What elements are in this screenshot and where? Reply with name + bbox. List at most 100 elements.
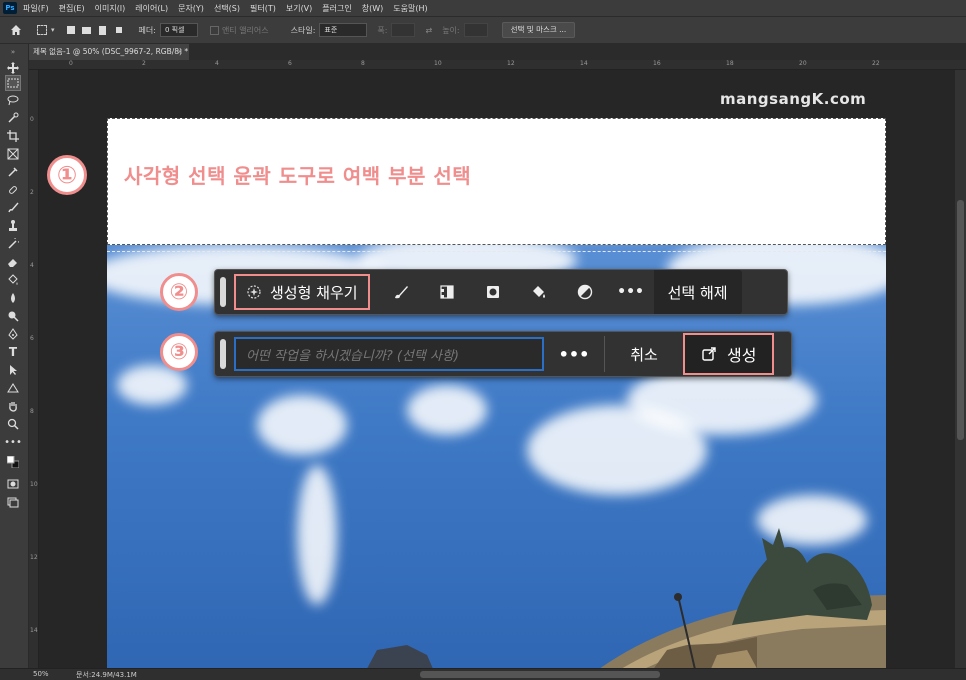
menu-window[interactable]: 창(W) [362,3,384,14]
height-label: 높이: [442,25,460,35]
menu-file[interactable]: 파일(F) [23,3,49,14]
ruler-tick: 16 [653,60,661,67]
zoom-tool-icon[interactable] [5,416,21,432]
menu-type[interactable]: 문자(Y) [178,3,204,14]
menu-filter[interactable]: 필터(T) [250,3,276,14]
drag-handle[interactable] [220,339,226,369]
scroll-thumb[interactable] [957,200,964,440]
shape-tool-icon[interactable] [5,380,21,396]
gradient-tool-icon[interactable] [5,272,21,288]
menu-layer[interactable]: 레이어(L) [135,3,168,14]
healing-brush-icon[interactable] [5,182,21,198]
contextual-task-bar: 생성형 채우기 ••• 선택 해제 [214,269,788,315]
document-size: 문서:24.9M/43.1M [76,671,137,679]
generative-fill-button[interactable]: 생성형 채우기 [234,274,370,310]
document-tab-bar: 제목 없음-1 @ 50% (DSC_9967-2, RGB/8) * × [29,44,966,60]
cancel-button[interactable]: 취소 [605,336,683,372]
brush-tool-icon[interactable] [5,200,21,216]
pen-tool-icon[interactable] [5,326,21,342]
menu-help[interactable]: 도움말(H) [393,3,427,14]
swap-icon[interactable]: ⇄ [425,26,432,35]
eraser-tool-icon[interactable] [5,254,21,270]
blur-tool-icon[interactable] [5,290,21,306]
prompt-input[interactable]: 어떤 작업을 하시겠습니까? (선택 사항) [234,337,544,371]
paint-bucket-icon[interactable] [516,274,562,310]
rectangular-marquee-icon[interactable] [5,75,21,91]
screen-mode-icon[interactable] [5,494,21,510]
zoom-level[interactable]: 50% [33,670,49,678]
eyedropper-icon[interactable] [5,164,21,180]
drag-handle[interactable] [220,277,226,307]
height-input[interactable] [463,23,488,37]
select-and-mask-button[interactable]: 선택 및 마스크 ... [501,22,576,38]
document-tab[interactable]: 제목 없음-1 @ 50% (DSC_9967-2, RGB/8) * × [29,44,189,60]
marquee-preset-icon[interactable] [37,25,47,35]
chevron-down-icon[interactable]: ▾ [51,26,55,34]
close-icon[interactable]: × [177,44,183,60]
generate-label: 생성 [727,346,757,365]
menu-view[interactable]: 보기(V) [286,3,312,14]
menu-select[interactable]: 선택(S) [214,3,240,14]
ruler-tick: 0 [30,116,34,123]
photoshop-logo: Ps [3,2,17,14]
horizontal-ruler: 0 2 4 6 8 10 12 14 16 18 20 22 [29,60,966,70]
new-selection-icon[interactable] [65,24,77,36]
antialias-checkbox[interactable] [209,25,219,35]
crop-tool-icon[interactable] [5,128,21,144]
vertical-scrollbar[interactable] [955,70,966,668]
style-label: 스타일: [290,25,316,35]
path-selection-icon[interactable] [5,362,21,378]
ruler-tick: 6 [288,60,292,67]
dodge-tool-icon[interactable] [5,308,21,324]
ruler-tick: 4 [30,262,34,269]
step-2-badge: ② [160,273,198,311]
width-input[interactable] [391,23,416,37]
type-tool-icon[interactable]: T [5,344,21,360]
intersect-selection-icon[interactable] [113,24,125,36]
feather-input[interactable]: 0 픽셀 [159,23,198,37]
ruler-tick: 2 [30,189,34,196]
clone-stamp-icon[interactable] [5,218,21,234]
deselect-button[interactable]: 선택 해제 [653,270,742,314]
mask-fill-icon[interactable] [470,274,516,310]
ruler-tick: 12 [30,554,38,561]
lasso-tool-icon[interactable] [5,92,21,108]
generate-icon [702,347,716,361]
vertical-ruler: 0 2 4 6 8 10 12 14 [29,70,39,668]
style-select[interactable]: 표준 [319,23,368,37]
document-canvas[interactable] [107,118,886,668]
menu-edit[interactable]: 편집(E) [59,3,85,14]
ruler-tick: 20 [799,60,807,67]
history-brush-icon[interactable] [5,236,21,252]
ruler-tick: 2 [142,60,146,67]
generative-fill-label: 생성형 채우기 [270,283,358,302]
options-bar: ▾ 페더: 0 픽셀 앤티 앨리어스 스타일: 표준 폭: ⇄ 높이: 선택 및… [0,16,966,44]
ruler-tick: 14 [580,60,588,67]
quick-mask-icon[interactable] [5,476,21,492]
hand-tool-icon[interactable] [5,398,21,414]
menu-plugins[interactable]: 플러그인 [322,3,351,14]
object-selection-icon[interactable] [5,110,21,126]
more-tools-icon[interactable]: ••• [4,434,22,450]
brush-icon[interactable] [378,274,424,310]
ruler-tick: 18 [726,60,734,67]
ruler-tick: 14 [30,627,38,634]
menu-image[interactable]: 이미지(I) [95,3,126,14]
horizontal-scrollbar[interactable] [420,671,660,678]
contrast-icon[interactable] [562,274,608,310]
subtract-selection-icon[interactable] [97,24,109,36]
color-swatches-icon[interactable] [5,454,21,470]
menu-bar: Ps 파일(F) 편집(E) 이미지(I) 레이어(L) 문자(Y) 선택(S)… [0,0,966,16]
tools-panel: » T ••• [0,44,29,668]
generative-fill-icon [247,285,261,299]
collapse-icon[interactable]: » [5,48,21,56]
move-tool-icon[interactable] [5,60,21,76]
home-icon[interactable] [9,23,23,37]
add-selection-icon[interactable] [81,24,93,36]
step-1-badge: ① [47,155,87,195]
more-options-button[interactable]: ••• [544,336,604,372]
generate-button[interactable]: 생성 [683,333,775,375]
more-options-button[interactable]: ••• [608,274,654,310]
mask-icon[interactable] [424,274,470,310]
frame-tool-icon[interactable] [5,146,21,162]
